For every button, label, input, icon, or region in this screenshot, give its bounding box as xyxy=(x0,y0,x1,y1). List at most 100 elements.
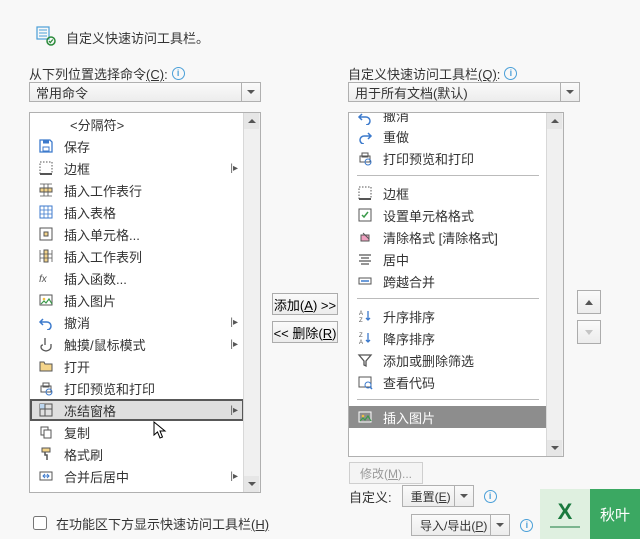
list-item[interactable]: 重做 xyxy=(349,125,547,147)
list-item[interactable]: 插入图片 xyxy=(349,406,547,428)
chevron-down-icon xyxy=(490,515,509,535)
scrollbar[interactable] xyxy=(546,113,563,456)
undo-icon xyxy=(38,314,54,330)
list-item-label: 跨越合并 xyxy=(383,272,435,291)
list-item[interactable]: 插入单元格... xyxy=(30,223,244,245)
list-item-label: 撤消 xyxy=(64,313,90,332)
info-icon[interactable]: i xyxy=(520,519,533,532)
list-item[interactable]: 居中 xyxy=(349,248,547,270)
list-item-label: 打印预览和打印 xyxy=(383,149,474,168)
list-item-label: 添加或删除筛选 xyxy=(383,351,474,370)
excel-logo-icon: X xyxy=(558,499,573,525)
list-item-label: 升序排序 xyxy=(383,307,435,326)
scroll-down-button[interactable] xyxy=(244,476,259,492)
sortdesc-icon: ZA xyxy=(357,330,373,346)
list-item[interactable]: ZA 降序排序 xyxy=(349,327,547,349)
list-item[interactable]: fx 插入函数... xyxy=(30,267,244,289)
add-button[interactable]: 添加(A) >> xyxy=(272,293,338,315)
list-item[interactable]: <分隔符> xyxy=(30,113,244,135)
show-below-ribbon-checkbox[interactable] xyxy=(33,516,47,530)
save-icon xyxy=(38,138,54,154)
svg-text:Z: Z xyxy=(359,318,363,324)
move-down-button xyxy=(577,320,601,344)
list-item-label: 插入单元格... xyxy=(64,225,140,244)
watermark: X 秋叶 xyxy=(540,489,640,539)
remove-button[interactable]: << 删除(R) xyxy=(272,321,338,343)
scroll-up-button[interactable] xyxy=(244,113,259,129)
list-item[interactable]: 格式刷 xyxy=(30,443,244,465)
list-item-label: 插入工作表列 xyxy=(64,247,142,266)
list-item[interactable]: 打开 xyxy=(30,355,244,377)
list-item[interactable]: 添加或删除筛选 xyxy=(349,349,547,371)
list-item[interactable]: 打印预览和打印 xyxy=(349,147,547,169)
list-item-label: 格式刷 xyxy=(64,445,103,464)
list-item[interactable]: 复制 xyxy=(30,421,244,443)
list-item[interactable]: 清除格式 [清除格式] xyxy=(349,226,547,248)
freeze-icon xyxy=(38,402,54,418)
list-item[interactable]: 打印预览和打印 xyxy=(30,377,244,399)
list-item[interactable]: 撤消|▸ xyxy=(30,311,244,333)
undo2-icon xyxy=(357,113,373,125)
touch-icon xyxy=(38,336,54,352)
open-icon xyxy=(38,358,54,374)
list-divider xyxy=(357,393,539,406)
sortasc-icon: AZ xyxy=(357,308,373,324)
formatpainter-icon xyxy=(38,446,54,462)
watermark-text: 秋叶 xyxy=(590,489,640,539)
list-item-label: 居中 xyxy=(383,250,409,269)
list-divider xyxy=(357,169,539,182)
list-item[interactable]: AZ 升序排序 xyxy=(349,305,547,327)
scroll-up-button[interactable] xyxy=(547,113,562,129)
list-item[interactable]: 冻结窗格|▸ xyxy=(30,399,244,421)
list-item[interactable]: 跨越合并 xyxy=(349,270,547,292)
svg-text:A: A xyxy=(359,311,363,317)
list-item-label: 降序排序 xyxy=(383,329,435,348)
import-export-combo[interactable]: 导入/导出(P) xyxy=(411,514,510,536)
submenu-indicator-icon: |▸ xyxy=(230,471,238,482)
list-item[interactable]: 边框|▸ xyxy=(30,157,244,179)
customize-scope-combo[interactable]: 用于所有文档(默认) xyxy=(348,82,580,102)
list-item[interactable]: 触摸/鼠标模式|▸ xyxy=(30,333,244,355)
list-item[interactable]: 边框 xyxy=(349,182,547,204)
picture-icon xyxy=(38,292,54,308)
svg-text:A: A xyxy=(359,340,363,346)
list-item-label: 设置单元格格式 xyxy=(383,206,474,225)
list-item[interactable]: 合并后居中 |▸ xyxy=(30,465,244,487)
list-item[interactable]: 设置单元格格式 xyxy=(349,204,547,226)
qat-customize-icon xyxy=(36,26,56,49)
list-item[interactable]: 插入图片 xyxy=(30,289,244,311)
info-icon[interactable]: i xyxy=(484,490,497,503)
info-icon[interactable]: i xyxy=(172,67,185,80)
list-item-label: <分隔符> xyxy=(70,115,124,134)
printpreview2-icon xyxy=(38,380,54,396)
move-up-button[interactable] xyxy=(577,290,601,314)
choose-commands-combo[interactable]: 常用命令 xyxy=(29,82,261,102)
filter-icon xyxy=(357,352,373,368)
qat-commands-list[interactable]: 撤消重做打印预览和打印边框设置单元格格式清除格式 [清除格式]居中跨越合并AZ升… xyxy=(348,112,564,457)
list-item-label: 重做 xyxy=(383,127,409,146)
available-commands-list[interactable]: <分隔符>保存边框|▸插入工作表行插入表格插入单元格...插入工作表列fx插入函… xyxy=(29,112,261,493)
scrollbar[interactable] xyxy=(243,113,260,492)
list-item[interactable]: 插入工作表行 xyxy=(30,179,244,201)
list-item-label: 边框 xyxy=(383,184,409,203)
list-item[interactable]: 插入工作表列 xyxy=(30,245,244,267)
list-item[interactable]: 撤消 xyxy=(349,113,547,125)
show-below-ribbon-label: 在功能区下方显示快速访问工具栏(H) xyxy=(56,514,269,533)
reset-combo[interactable]: 重置(E) xyxy=(402,485,474,507)
list-item-label: 插入函数... xyxy=(64,269,127,288)
list-item-label: 插入图片 xyxy=(64,291,116,310)
chevron-down-icon xyxy=(241,83,260,101)
list-item[interactable]: 查看代码 xyxy=(349,371,547,393)
list-item[interactable]: 插入表格 xyxy=(30,201,244,223)
list-item[interactable]: 保存 xyxy=(30,135,244,157)
info-icon[interactable]: i xyxy=(504,67,517,80)
svg-text:Z: Z xyxy=(359,333,363,339)
chevron-down-icon xyxy=(560,83,579,101)
list-item-label: 边框 xyxy=(64,159,90,178)
fx-icon: fx xyxy=(38,270,54,286)
scroll-down-button[interactable] xyxy=(547,440,562,456)
sheetrow-icon xyxy=(38,182,54,198)
mergecenter-icon xyxy=(38,468,54,484)
list-item-label: 合并后居中 xyxy=(64,467,129,486)
cellinsert-icon xyxy=(38,226,54,242)
